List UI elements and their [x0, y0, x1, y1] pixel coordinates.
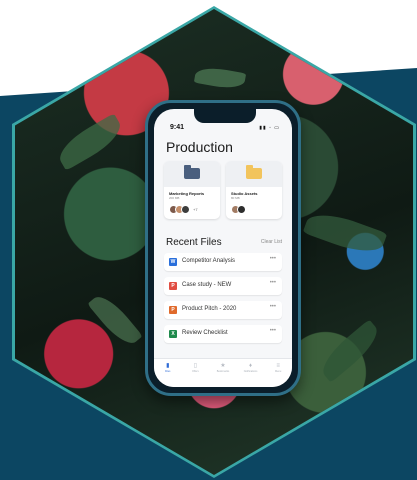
powerpoint-icon: P: [169, 306, 177, 314]
folder-icon: [246, 165, 262, 179]
doc-icon: ▯: [193, 363, 198, 369]
tab-menu[interactable]: ≡ Menu: [268, 363, 288, 387]
more-options-icon[interactable]: •••: [270, 256, 276, 262]
excel-icon: X: [169, 330, 177, 338]
tab-offers[interactable]: ▯ Offers: [185, 363, 205, 387]
star-icon: ★: [220, 363, 226, 369]
tab-notifications[interactable]: ♦ Notifications: [241, 363, 261, 387]
avatar: [181, 204, 190, 214]
file-name: Product Pitch - 2020: [182, 306, 237, 312]
more-options-icon[interactable]: •••: [270, 280, 276, 286]
file-name: Review Checklist: [182, 330, 228, 336]
phone-screen: 9:41 ▮▮ ◦ ▭ Production Marketing Reports…: [154, 109, 292, 387]
collaborator-count: +7: [193, 206, 198, 212]
more-options-icon[interactable]: •••: [270, 328, 276, 334]
file-row[interactable]: W Competitor Analysis •••: [164, 253, 282, 271]
file-row[interactable]: P Case study - NEW •••: [164, 277, 282, 295]
clear-list-button[interactable]: Clear List: [261, 239, 282, 245]
page-title: Production: [166, 139, 233, 155]
avatar: [237, 204, 246, 214]
tab-files[interactable]: ▮ Files: [158, 363, 178, 387]
file-row[interactable]: P Product Pitch - 2020 •••: [164, 301, 282, 319]
folder-size: 200 MB: [169, 196, 180, 200]
folder-icon: [184, 165, 200, 179]
folder-card-marketing[interactable]: Marketing Reports 200 MB +7: [164, 161, 220, 219]
tab-bar: ▮ Files ▯ Offers ★ Bookmarks ♦ Notificat…: [154, 358, 292, 387]
file-row[interactable]: X Review Checklist •••: [164, 325, 282, 343]
menu-icon: ≡: [276, 363, 280, 369]
pdf-icon: P: [169, 282, 177, 290]
collaborators: [231, 204, 246, 214]
collaborators: +7: [169, 204, 198, 214]
word-doc-icon: W: [169, 258, 177, 266]
file-icon: ▮: [166, 363, 170, 369]
file-name: Case study - NEW: [182, 282, 232, 288]
status-icons: ▮▮ ◦ ▭: [259, 125, 280, 131]
phone-mockup: 9:41 ▮▮ ◦ ▭ Production Marketing Reports…: [145, 100, 301, 396]
tab-bookmarks[interactable]: ★ Bookmarks: [213, 363, 233, 387]
recent-files-title: Recent Files: [166, 237, 222, 248]
file-name: Competitor Analysis: [182, 258, 236, 264]
folder-size: 80 MB: [231, 196, 240, 200]
bell-icon: ♦: [249, 363, 253, 369]
status-time: 9:41: [170, 124, 185, 131]
more-options-icon[interactable]: •••: [270, 304, 276, 310]
phone-notch: [194, 109, 256, 123]
folder-card-studio[interactable]: Studio Assets 80 MB: [226, 161, 282, 219]
